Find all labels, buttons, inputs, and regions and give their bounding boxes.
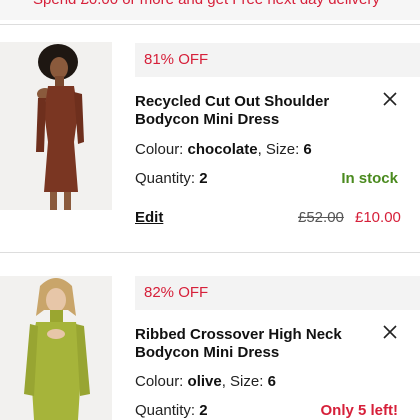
colour-label: Colour: — [135, 373, 188, 390]
colour-size-line: Colour: chocolate, Size: 6 — [135, 141, 312, 158]
size-value: 6 — [303, 141, 312, 158]
colour-size-line: Colour: olive, Size: 6 — [135, 373, 276, 390]
stock-status: In stock — [341, 170, 398, 187]
quantity-value: 2 — [199, 402, 208, 419]
discount-badge: 82% OFF — [135, 276, 420, 310]
product-photo-chocolate-dress-icon — [0, 42, 112, 210]
colour-label: Colour: — [135, 141, 188, 158]
sale-price: £10.00 — [355, 209, 401, 226]
size-label: , Size: — [221, 373, 268, 390]
colour-value: olive — [187, 373, 222, 390]
size-value: 6 — [267, 373, 276, 390]
quantity-value: 2 — [199, 170, 208, 187]
colour-value: chocolate — [187, 141, 258, 158]
discount-badge: 81% OFF — [135, 43, 420, 77]
size-label: , Size: — [257, 141, 304, 158]
edit-link[interactable]: Edit — [135, 209, 163, 226]
stock-status: Only 5 left! — [320, 402, 398, 419]
product-title[interactable]: Recycled Cut Out Shoulder Bodycon Mini D… — [135, 93, 360, 129]
quantity-label: Quantity: — [135, 402, 200, 419]
product-image[interactable] — [0, 42, 112, 210]
remove-item-close-icon[interactable] — [382, 91, 398, 107]
product-photo-olive-dress-icon — [0, 276, 112, 420]
product-title[interactable]: Ribbed Crossover High Neck Bodycon Mini … — [135, 326, 360, 362]
divider — [0, 24, 420, 25]
quantity-label: Quantity: — [135, 170, 200, 187]
original-price: £52.00 — [298, 209, 344, 226]
product-image[interactable] — [0, 276, 112, 420]
quantity-line: Quantity: 2 — [135, 402, 208, 419]
divider — [0, 252, 420, 253]
remove-item-close-icon[interactable] — [382, 324, 398, 340]
delivery-banner-text: Spend £0.00 or more and get Free next da… — [33, 0, 380, 8]
delivery-banner: Spend £0.00 or more and get Free next da… — [0, 0, 420, 20]
quantity-line: Quantity: 2 — [135, 170, 208, 187]
